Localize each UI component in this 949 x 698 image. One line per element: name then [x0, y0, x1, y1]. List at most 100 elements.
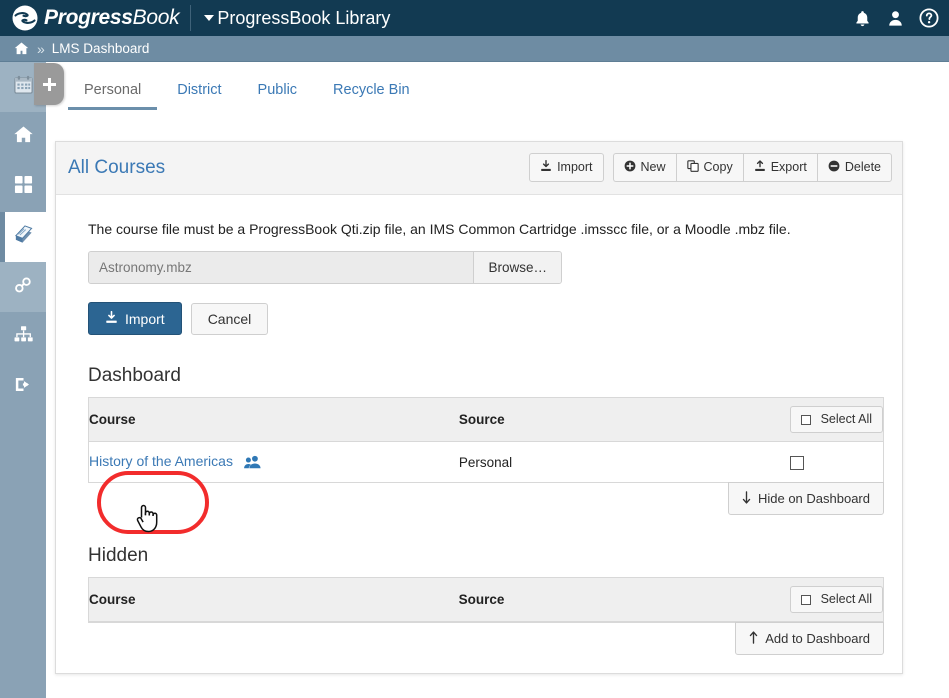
file-name-input[interactable]: Astronomy.mbz	[89, 252, 475, 283]
tab-district[interactable]: District	[159, 72, 239, 110]
hidden-table-header-row: Course Source Select All	[89, 578, 883, 622]
sidebar-item-sign-out[interactable]	[0, 362, 46, 412]
hidden-select-all-label: Select All	[820, 592, 872, 607]
new-button[interactable]: New	[612, 153, 676, 182]
breadcrumb-separator: »	[37, 40, 45, 57]
plus-icon-horizontal	[42, 82, 56, 86]
tab-public-label: Public	[257, 82, 298, 98]
arrow-down-icon	[742, 491, 751, 506]
sidebar-item-library[interactable]	[0, 212, 46, 262]
breadcrumb-home-icon[interactable]	[14, 41, 29, 56]
brand-wordmark: ProgressBook	[44, 6, 180, 30]
hide-on-dashboard-button[interactable]: Hide on Dashboard	[727, 482, 884, 515]
plus-circle-icon	[624, 160, 636, 175]
grid-icon	[14, 175, 33, 199]
checkbox-icon	[800, 594, 811, 605]
users-icon	[243, 455, 261, 472]
topbar-icon-group	[853, 0, 939, 36]
cancel-button[interactable]: Cancel	[190, 302, 269, 335]
page-title: All Courses	[68, 157, 166, 178]
import-toolbar-button[interactable]: Import	[529, 153, 604, 182]
tab-personal[interactable]: Personal	[66, 72, 159, 110]
copy-button[interactable]: Copy	[675, 153, 743, 182]
import-toolbar-label: Import	[557, 160, 593, 174]
sidebar-item-apps[interactable]	[0, 162, 46, 212]
hidden-col-course: Course	[89, 578, 459, 622]
home-icon	[13, 124, 34, 150]
sidebar-item-home[interactable]	[0, 112, 46, 162]
hidden-select-all-button[interactable]: Select All	[789, 586, 883, 613]
dashboard-select-all-cell: Select All	[789, 398, 883, 442]
new-button-label: New	[640, 160, 666, 174]
calendar-icon	[13, 74, 34, 100]
brand-bold: Progress	[44, 6, 133, 29]
minus-circle-icon	[828, 160, 840, 175]
tab-personal-label: Personal	[84, 82, 142, 98]
file-picker[interactable]: Astronomy.mbz Browse…	[88, 251, 562, 284]
dashboard-row-course: History of the Americas	[89, 442, 459, 482]
sidebar-item-links[interactable]	[0, 262, 46, 312]
breadcrumb-current: LMS Dashboard	[51, 41, 150, 56]
chevron-down-icon	[204, 15, 215, 21]
dashboard-table-header-row: Course Source Select All	[89, 398, 883, 442]
tab-public[interactable]: Public	[240, 72, 316, 110]
hidden-table: Course Source Select All	[88, 577, 884, 623]
dashboard-select-all-button[interactable]: Select All	[789, 406, 883, 433]
dashboard-col-source: Source	[458, 398, 790, 442]
app-switcher[interactable]: ProgressBook Library	[204, 8, 390, 29]
add-panel-tab[interactable]	[34, 63, 64, 105]
hidden-table-footer: Add to Dashboard	[88, 622, 884, 655]
crud-button-group: New Copy Export Delete	[612, 153, 892, 182]
user-account-icon[interactable]	[886, 9, 905, 28]
sidebar-item-org-chart[interactable]	[0, 312, 46, 362]
left-nav-rail	[0, 62, 46, 698]
card-action-bar: Import New Copy Export Delete	[529, 153, 892, 182]
upload-icon	[754, 160, 766, 175]
export-button[interactable]: Export	[742, 153, 817, 182]
dashboard-row-source: Personal	[458, 454, 513, 470]
delete-button[interactable]: Delete	[816, 153, 892, 182]
download-icon	[540, 160, 552, 175]
progressbook-logo-icon	[12, 5, 38, 31]
help-question-icon[interactable]	[919, 8, 939, 28]
notifications-bell-icon[interactable]	[853, 9, 872, 28]
tab-recycle-bin-label: Recycle Bin	[333, 82, 410, 98]
course-link[interactable]: History of the Americas	[89, 453, 233, 469]
brand-thin: Book	[132, 6, 180, 29]
tab-district-label: District	[177, 82, 222, 98]
hide-on-dashboard-label: Hide on Dashboard	[757, 491, 870, 506]
dashboard-section-title: Dashboard	[88, 365, 181, 386]
add-to-dashboard-button[interactable]: Add to Dashboard	[735, 622, 884, 655]
import-submit-button[interactable]: Import	[88, 302, 182, 335]
tab-bar: Personal District Public Recycle Bin	[66, 72, 428, 110]
all-courses-card: All Courses Import New Copy Export Delet…	[55, 141, 903, 674]
dashboard-select-all-label: Select All	[820, 412, 872, 427]
dashboard-table-footer: Hide on Dashboard	[88, 482, 884, 515]
logout-icon	[13, 374, 34, 400]
copy-icon	[686, 160, 699, 175]
card-header: All Courses Import New Copy Export Delet…	[56, 142, 902, 195]
breadcrumb: » LMS Dashboard	[0, 36, 949, 62]
checkbox-icon	[800, 414, 811, 425]
copy-button-label: Copy	[703, 160, 733, 174]
top-brand-bar: ProgressBook ProgressBook Library	[0, 0, 949, 36]
chain-link-icon	[12, 274, 34, 301]
row-checkbox[interactable]	[789, 455, 804, 470]
hidden-col-source: Source	[458, 578, 790, 622]
arrow-up-icon	[749, 631, 758, 646]
export-button-label: Export	[770, 160, 807, 174]
app-title: ProgressBook Library	[217, 7, 391, 28]
download-icon	[105, 310, 118, 326]
hidden-section-title: Hidden	[88, 545, 149, 566]
page-root: ProgressBook ProgressBook Library » LMS …	[0, 0, 949, 698]
hidden-select-all-cell: Select All	[789, 578, 883, 622]
card-body: The course file must be a ProgressBook Q…	[56, 221, 902, 655]
tab-recycle-bin[interactable]: Recycle Bin	[315, 72, 428, 110]
browse-button[interactable]: Browse…	[474, 252, 561, 283]
dashboard-row-checkbox-cell	[789, 442, 883, 482]
dashboard-col-course: Course	[89, 398, 459, 442]
book-icon	[12, 223, 35, 251]
import-helper-text: The course file must be a ProgressBook Q…	[88, 221, 791, 237]
import-action-row: Import Cancel	[88, 302, 890, 335]
dashboard-table: Course Source Select All History of the …	[88, 397, 884, 483]
